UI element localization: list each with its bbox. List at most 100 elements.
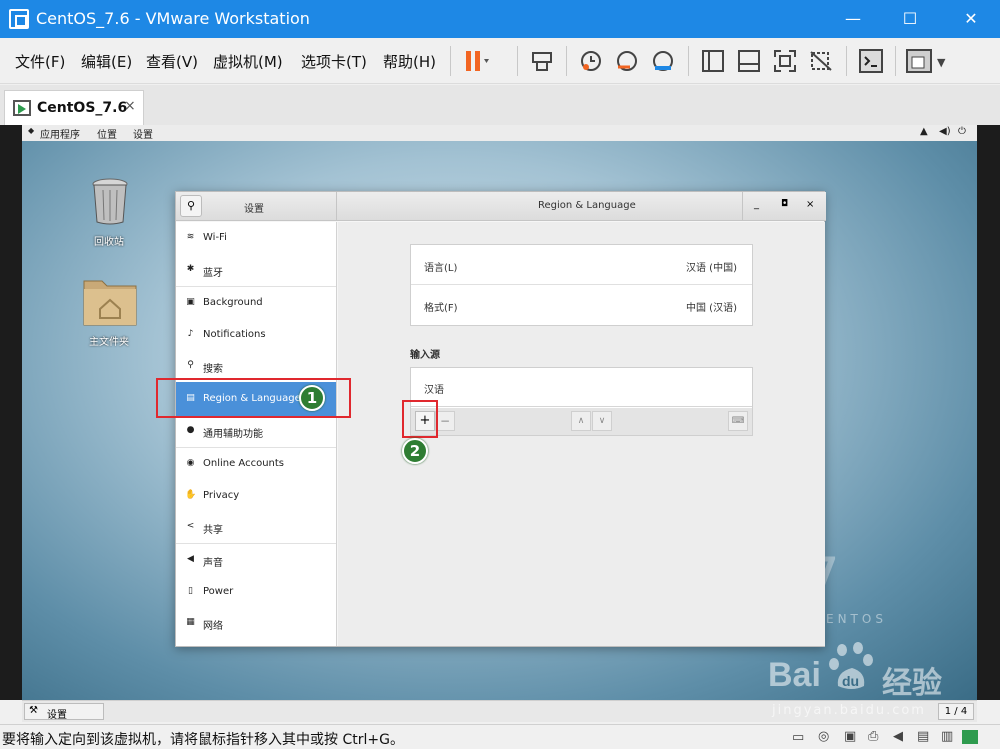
input-sources-toolbar: + − ∧ ∨ ⌨ xyxy=(411,408,752,435)
input-sources-card: 汉语 + − ∧ ∨ ⌨ xyxy=(410,367,753,436)
toolbar-separator xyxy=(895,46,896,76)
sidebar-item-network[interactable]: ▦ 网络 xyxy=(176,607,336,638)
network-adapter-icon[interactable]: ▣ xyxy=(844,729,856,744)
sidebar-item-power[interactable]: ▯ Power xyxy=(176,576,336,607)
tab-centos[interactable]: CentOS_7.6 × xyxy=(4,90,144,125)
menu-file[interactable]: 文件(F) xyxy=(15,51,65,72)
cd-dvd-icon[interactable]: ◎ xyxy=(818,729,829,744)
sound-card-icon[interactable]: ◀ xyxy=(893,729,903,744)
annotation-badge-2: 2 xyxy=(402,438,428,464)
menu-bar: 文件(F) 编辑(E) 查看(V) 虚拟机(M) 选项卡(T) 帮助(H) ▼ xyxy=(0,38,1000,84)
home-folder-label: 主文件夹 xyxy=(89,337,129,348)
window-title: CentOS_7.6 - VMware Workstation xyxy=(36,9,310,28)
background-icon: ▣ xyxy=(186,297,195,307)
minimize-button[interactable]: — xyxy=(826,0,880,38)
settings-app-menu[interactable]: 设置 xyxy=(133,126,153,141)
window-minimize-button[interactable]: _ xyxy=(754,199,759,210)
svg-text:du: du xyxy=(842,673,859,689)
share-icon: < xyxy=(186,521,195,531)
menu-vm[interactable]: 虚拟机(M) xyxy=(213,51,283,72)
network-status-icon[interactable]: ▲ xyxy=(920,126,928,137)
language-row[interactable]: 语言(L) 汉语 (中国) xyxy=(411,245,752,285)
sidebar-item-online-accounts[interactable]: ◉ Online Accounts xyxy=(176,448,336,479)
status-message: 要将输入定向到该虚拟机，请将鼠标指针移入其中或按 Ctrl+G。 xyxy=(2,732,404,748)
sidebar-view-icon[interactable] xyxy=(698,47,728,75)
keyboard-icon: ⌨ xyxy=(731,416,745,426)
sound-icon: ◀ xyxy=(187,554,194,564)
menu-view[interactable]: 查看(V) xyxy=(146,51,198,72)
applications-menu[interactable]: 应用程序 xyxy=(40,126,80,141)
centos-logo-text: ENTOS xyxy=(826,612,887,626)
panel-title: Region & Language xyxy=(538,200,636,211)
volume-icon[interactable]: ◀) xyxy=(939,126,951,137)
settings-sidebar: ≋ Wi-Fi ✱ 蓝牙 ▣ Background ♪ Notifications ⚲ 搜… xyxy=(176,222,337,646)
sidebar-item-background[interactable]: ▣ Background xyxy=(176,287,336,318)
toolbar-separator xyxy=(517,46,518,76)
snapshot-manager-icon[interactable] xyxy=(648,47,678,75)
search-button[interactable]: ⚲ xyxy=(180,195,202,217)
home-folder-icon[interactable] xyxy=(82,273,138,327)
send-keys-icon[interactable] xyxy=(527,47,557,75)
chevron-up-icon: ∧ xyxy=(577,416,585,426)
menu-help[interactable]: 帮助(H) xyxy=(383,51,436,72)
header-divider xyxy=(336,192,337,221)
tab-strip: CentOS_7.6 × xyxy=(0,85,1000,125)
sidebar-title: 设置 xyxy=(244,204,264,215)
paw-logo-icon: du xyxy=(828,642,880,698)
move-up-button[interactable]: ∧ xyxy=(571,411,591,431)
unity-icon[interactable] xyxy=(806,47,836,75)
maximize-button[interactable]: ☐ xyxy=(883,0,937,38)
workspace-pager[interactable]: 1 / 4 xyxy=(938,703,974,720)
formats-value: 中国 (汉语) xyxy=(686,303,737,314)
window-close-button[interactable]: × xyxy=(806,199,814,210)
language-value: 汉语 (中国) xyxy=(686,263,737,274)
sidebar-item-notifications[interactable]: ♪ Notifications xyxy=(176,319,336,350)
hard-disk-icon[interactable]: ▭ xyxy=(792,730,804,745)
fullscreen-icon[interactable] xyxy=(770,47,800,75)
taskbar-window-settings[interactable]: ⚒ 设置 xyxy=(24,703,104,721)
menu-edit[interactable]: 编辑(E) xyxy=(81,51,132,72)
toolbar-separator xyxy=(450,46,451,76)
toolbar-separator xyxy=(688,46,689,76)
revert-snapshot-icon[interactable] xyxy=(612,47,642,75)
sidebar-item-bluetooth[interactable]: ✱ 蓝牙 xyxy=(176,254,336,285)
printer-icon[interactable]: ⎙ xyxy=(868,729,878,744)
window-maximize-button[interactable]: ◘ xyxy=(781,199,788,209)
sidebar-item-privacy[interactable]: ✋ Privacy xyxy=(176,480,336,511)
accessibility-icon: ● xyxy=(186,425,195,435)
power-menu-icon[interactable]: ⏻ xyxy=(958,126,966,137)
menu-tabs[interactable]: 选项卡(T) xyxy=(301,51,367,72)
privacy-icon: ✋ xyxy=(185,490,197,500)
console-view-icon[interactable] xyxy=(734,47,764,75)
terminal-icon[interactable] xyxy=(856,47,886,75)
trash-label: 回收站 xyxy=(94,237,124,248)
display-icon[interactable]: ▤ xyxy=(917,729,929,744)
snapshot-icon[interactable] xyxy=(576,47,606,75)
watermark-brand-cn: 经验 xyxy=(882,666,942,701)
chevron-down-icon[interactable]: ▼ xyxy=(937,56,945,69)
wifi-icon: ≋ xyxy=(186,232,195,242)
close-button[interactable]: ✕ xyxy=(944,0,998,38)
tab-close-icon[interactable]: × xyxy=(124,98,136,114)
language-label: 语言(L) xyxy=(424,263,458,274)
remove-input-source-button[interactable]: − xyxy=(435,411,455,431)
sidebar-item-sound[interactable]: ◀ 声音 xyxy=(176,544,336,575)
toolbar-separator xyxy=(566,46,567,76)
sidebar-item-sharing[interactable]: < 共享 xyxy=(176,511,336,542)
watermark-brand: Bai xyxy=(768,656,821,694)
usb-icon[interactable]: ▥ xyxy=(941,729,953,744)
places-menu[interactable]: 位置 xyxy=(97,126,117,141)
status-bar: 要将输入定向到该虚拟机，请将鼠标指针移入其中或按 Ctrl+G。 ▭ ◎ ▣ ⎙… xyxy=(0,724,1000,749)
stretch-guest-icon[interactable] xyxy=(904,47,941,75)
trash-icon[interactable] xyxy=(90,178,130,226)
sidebar-item-wifi[interactable]: ≋ Wi-Fi xyxy=(176,222,336,253)
sidebar-item-accessibility[interactable]: ● 通用辅助功能 xyxy=(176,415,336,446)
network-icon: ▦ xyxy=(186,617,195,627)
input-source-item[interactable]: 汉语 xyxy=(411,368,752,407)
online-accounts-icon: ◉ xyxy=(186,458,195,468)
formats-row[interactable]: 格式(F) 中国 (汉语) xyxy=(411,286,752,326)
pause-icon[interactable] xyxy=(460,47,490,75)
move-down-button[interactable]: ∨ xyxy=(592,411,612,431)
sidebar-item-search[interactable]: ⚲ 搜索 xyxy=(176,350,336,381)
keyboard-layout-button[interactable]: ⌨ xyxy=(728,411,748,431)
